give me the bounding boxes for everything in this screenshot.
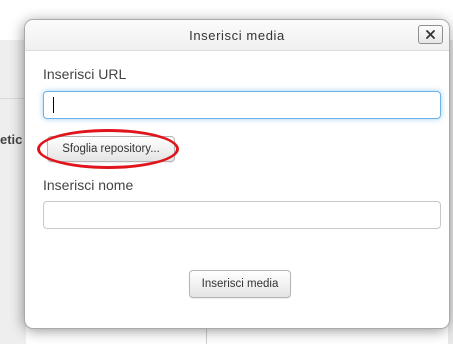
background-text-fragment: etic [0,132,23,147]
name-input[interactable] [43,201,441,229]
close-button[interactable] [418,25,443,44]
background-left-panel [0,40,26,344]
insert-media-button[interactable]: Inserisci media [189,270,291,298]
text-caret [53,97,54,113]
name-label: Inserisci nome [43,177,134,193]
insert-media-dialog: Inserisci media Inserisci URL Sfoglia re… [24,19,450,329]
dialog-header: Inserisci media [25,20,449,51]
dialog-title: Inserisci media [189,28,285,43]
url-input[interactable] [43,91,441,119]
close-icon [426,30,435,39]
url-label: Inserisci URL [43,66,127,82]
browse-repository-button[interactable]: Sfoglia repository... [47,136,175,162]
